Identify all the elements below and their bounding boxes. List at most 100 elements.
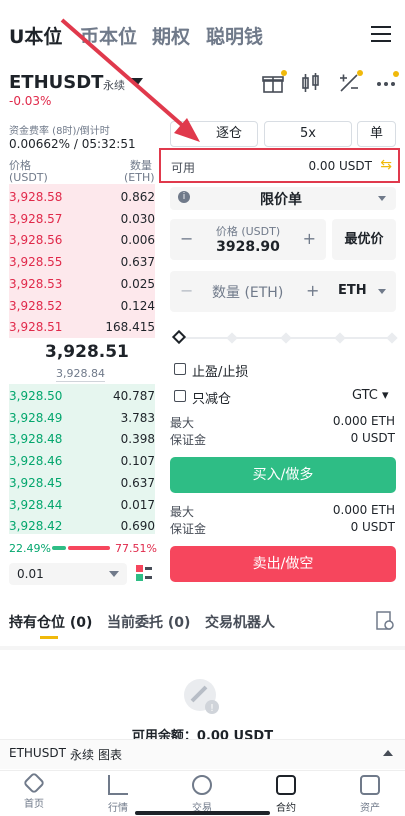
calculator-icon[interactable] bbox=[338, 70, 363, 94]
available-value: 0.00 USDT bbox=[308, 159, 372, 173]
sell-max-label: 最大 bbox=[170, 505, 195, 519]
leverage-label: 5x bbox=[300, 126, 316, 141]
buy-long-button[interactable]: 买入/做多 bbox=[170, 457, 396, 493]
tab-options[interactable]: 期权 bbox=[152, 22, 190, 49]
orderbook-qty: 0.862 bbox=[120, 190, 155, 204]
mark-price: 3,928.84 bbox=[56, 367, 105, 382]
orderbook-price: 3,928.50 bbox=[9, 389, 63, 403]
quantity-unit[interactable]: ETH bbox=[338, 283, 367, 298]
svg-text:!: ! bbox=[210, 703, 214, 714]
minus-icon[interactable]: − bbox=[180, 281, 193, 300]
trade-icon bbox=[192, 775, 212, 795]
chart-icon bbox=[108, 775, 128, 795]
quantity-slider[interactable] bbox=[171, 329, 398, 345]
best-price-button[interactable]: 最优价 bbox=[332, 219, 396, 260]
orderbook-price: 3,928.49 bbox=[9, 410, 63, 425]
orderbook-qty: 168.415 bbox=[105, 320, 155, 335]
chevron-down-icon[interactable] bbox=[131, 78, 143, 86]
active-tab-indicator bbox=[40, 636, 58, 639]
reduce-only-label: 只减仓 bbox=[192, 392, 232, 407]
tab-smart-money[interactable]: 聪明钱 bbox=[206, 22, 263, 49]
candlestick-icon[interactable] bbox=[300, 72, 322, 94]
orderbook-qty: 0.030 bbox=[120, 211, 155, 226]
orderbook-row[interactable]: 3,928.57 0.030 bbox=[9, 209, 155, 230]
orderbook-row[interactable]: 3,928.45 0.637 bbox=[9, 473, 155, 494]
buy-max-label: 最大 bbox=[170, 416, 195, 430]
nav-trade[interactable]: 交易 bbox=[172, 775, 232, 814]
orderbook-price: 3,928.51 bbox=[9, 320, 63, 335]
chart-bar-pair: ETHUSDT bbox=[9, 746, 66, 760]
tab-coin-m[interactable]: 币本位 bbox=[80, 22, 137, 49]
nav-assets[interactable]: 资产 bbox=[340, 775, 400, 814]
sell-margin-value: 0 USDT bbox=[350, 520, 395, 534]
tpsl-label: 止盈/止损 bbox=[192, 365, 249, 380]
sell-margin-label: 保证金 bbox=[170, 522, 207, 536]
info-icon[interactable]: i bbox=[178, 191, 190, 203]
chevron-down-icon bbox=[378, 196, 386, 201]
orderbook-price: 3,928.53 bbox=[9, 276, 63, 291]
available-label: 可用 bbox=[171, 161, 196, 175]
position-mode-button[interactable]: 单 bbox=[357, 121, 396, 147]
order-type-select[interactable]: i 限价单 bbox=[170, 187, 396, 210]
orderbook-row[interactable]: 3,928.46 0.107 bbox=[9, 451, 155, 472]
tab-trading-bots[interactable]: 交易机器人 bbox=[205, 612, 275, 632]
nav-futures[interactable]: 合约 bbox=[256, 775, 316, 814]
price-input[interactable]: − 价格 (USDT) 3928.90 + bbox=[170, 219, 326, 260]
orderbook-qty: 0.107 bbox=[120, 454, 155, 469]
orderbook-qty: 0.124 bbox=[120, 298, 155, 313]
nav-home[interactable]: 首页 bbox=[4, 771, 64, 810]
tif-select[interactable]: GTC ▾ bbox=[352, 388, 389, 403]
sell-ratio-bar bbox=[68, 546, 110, 550]
orderbook-row[interactable]: 3,928.52 0.124 bbox=[9, 296, 155, 317]
leverage-button[interactable]: 5x bbox=[264, 121, 352, 147]
orderbook-row[interactable]: 3,928.53 0.025 bbox=[9, 274, 155, 295]
tab-positions[interactable]: 持有仓位 (0) bbox=[9, 612, 92, 632]
orderbook-row[interactable]: 3,928.49 3.783 bbox=[9, 408, 155, 429]
buy-margin-value: 0 USDT bbox=[350, 431, 395, 445]
contract-type: 永续 bbox=[103, 79, 125, 92]
orderbook-price: 3,928.45 bbox=[9, 475, 63, 490]
chart-bar[interactable]: ETHUSDT 永续 图表 bbox=[0, 739, 405, 769]
tif-value: GTC bbox=[352, 388, 378, 403]
pair-title[interactable]: ETHUSDT bbox=[9, 72, 103, 93]
orderbook-row[interactable]: 3,928.55 0.637 bbox=[9, 252, 155, 273]
tab-usdt-m[interactable]: U本位 bbox=[9, 22, 62, 49]
orderbook-row[interactable]: 3,928.56 0.006 bbox=[9, 230, 155, 251]
available-balance-row: 可用 0.00 USDT ⇆ bbox=[159, 148, 400, 183]
buy-ratio-bar bbox=[52, 546, 66, 550]
orderbook-price: 3,928.42 bbox=[9, 519, 63, 534]
slider-handle[interactable] bbox=[171, 329, 187, 345]
chevron-up-icon[interactable] bbox=[383, 750, 393, 756]
orderbook-row[interactable]: 3,928.42 0.690 bbox=[9, 516, 155, 537]
orderbook-qty: 40.787 bbox=[113, 389, 155, 403]
margin-mode-button[interactable]: 逐仓 bbox=[170, 121, 258, 147]
home-icon bbox=[22, 771, 46, 795]
reduce-only-checkbox[interactable] bbox=[174, 390, 186, 402]
order-history-icon[interactable] bbox=[376, 611, 394, 631]
orderbook-row[interactable]: 3,928.44 0.017 bbox=[9, 495, 155, 516]
orderbook-row[interactable]: 3,928.50 40.787 bbox=[9, 386, 155, 407]
depth-select[interactable]: 0.01 bbox=[9, 563, 127, 585]
buy-ratio: 22.49% bbox=[9, 542, 51, 555]
sell-short-button[interactable]: 卖出/做空 bbox=[170, 546, 396, 582]
orderbook-row[interactable]: 3,928.51 168.415 bbox=[9, 317, 155, 338]
futures-icon bbox=[276, 775, 296, 795]
orderbook-row[interactable]: 3,928.58 0.862 bbox=[9, 187, 155, 208]
tab-open-orders[interactable]: 当前委托 (0) bbox=[107, 612, 190, 632]
plus-icon[interactable]: + bbox=[303, 229, 316, 248]
margin-mode-label: 逐仓 bbox=[215, 126, 242, 141]
orderbook-row[interactable]: 3,928.48 0.398 bbox=[9, 429, 155, 450]
tpsl-checkbox[interactable] bbox=[174, 363, 186, 375]
quantity-input[interactable]: − 数量 (ETH) + ETH bbox=[170, 271, 396, 312]
plus-icon[interactable]: + bbox=[306, 281, 319, 300]
more-icon[interactable] bbox=[375, 71, 399, 94]
chevron-down-icon bbox=[109, 571, 119, 577]
price-change: -0.03% bbox=[9, 94, 52, 108]
menu-icon[interactable] bbox=[371, 26, 391, 42]
gift-icon[interactable] bbox=[262, 70, 287, 94]
nav-markets[interactable]: 行情 bbox=[88, 775, 148, 814]
orderbook-price: 3,928.52 bbox=[9, 298, 63, 313]
chart-bar-type: 永续 bbox=[70, 748, 95, 762]
transfer-icon[interactable]: ⇆ bbox=[380, 157, 392, 173]
orderbook-layout-icon[interactable] bbox=[136, 565, 152, 581]
